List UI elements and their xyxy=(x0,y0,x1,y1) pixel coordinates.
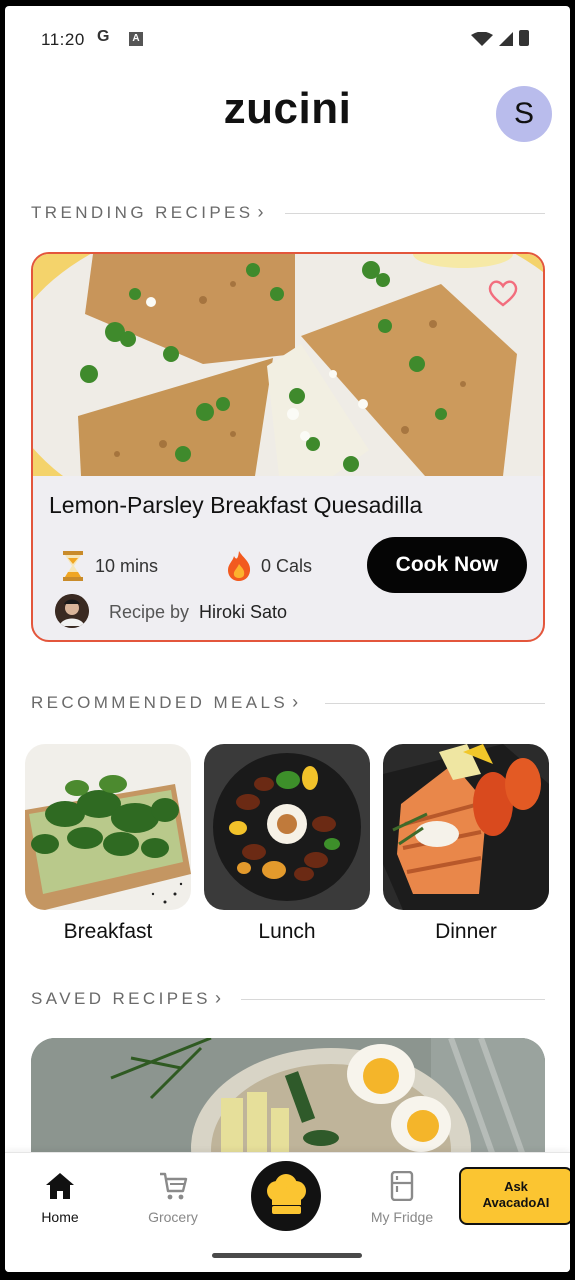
divider xyxy=(285,213,545,214)
saved-recipes-header[interactable]: SAVED RECIPES › xyxy=(31,988,545,1012)
app-screen: 11:20 G A zucini S TRENDING RECIPES › Le… xyxy=(5,6,570,1272)
chef-hat-icon xyxy=(267,1174,306,1214)
home-icon xyxy=(46,1173,74,1199)
chevron-right-icon: › xyxy=(214,988,221,1008)
dinner-image xyxy=(383,744,549,910)
google-icon: G xyxy=(97,28,110,45)
heart-outline-icon[interactable] xyxy=(487,278,519,308)
nav-label: Home xyxy=(41,1209,79,1225)
battery-icon xyxy=(519,30,529,46)
recipe-title: Lemon-Parsley Breakfast Quesadilla xyxy=(49,492,423,518)
wifi-icon xyxy=(471,32,493,46)
meal-tile-dinner[interactable] xyxy=(383,744,549,910)
lunch-image xyxy=(204,744,370,910)
fridge-icon xyxy=(390,1171,414,1201)
notification-a-icon: A xyxy=(129,32,143,46)
divider xyxy=(325,703,545,704)
nav-my-fridge[interactable]: My Fridge xyxy=(357,1171,447,1231)
app-logo: zucini xyxy=(223,84,352,133)
ask-avacado-ai-button[interactable]: Ask AvacadoAI xyxy=(459,1167,570,1225)
divider xyxy=(241,999,545,1000)
trending-recipe-card[interactable]: Lemon-Parsley Breakfast Quesadilla 10 mi… xyxy=(31,252,545,642)
chevron-right-icon: › xyxy=(292,692,299,712)
fire-icon xyxy=(228,551,251,581)
section-title: RECOMMENDED MEALS xyxy=(31,693,289,712)
meal-tile-lunch[interactable] xyxy=(204,744,370,910)
nav-home[interactable]: Home xyxy=(15,1171,105,1231)
ask-label-line1: Ask xyxy=(504,1179,528,1194)
nav-label: Grocery xyxy=(148,1209,198,1225)
recipe-by-label: Recipe by xyxy=(109,602,190,622)
section-title: TRENDING RECIPES xyxy=(31,203,254,222)
author-avatar xyxy=(55,594,89,628)
breakfast-image xyxy=(25,744,191,910)
ask-label-line2: AvacadoAI xyxy=(482,1195,550,1210)
recipe-image xyxy=(33,254,543,476)
home-indicator[interactable] xyxy=(212,1253,362,1258)
meal-label-lunch: Lunch xyxy=(258,920,316,943)
recommended-meals-header[interactable]: RECOMMENDED MEALS › xyxy=(31,692,545,716)
meal-tile-breakfast[interactable] xyxy=(25,744,191,910)
calories-value: 0 Cals xyxy=(261,556,313,576)
meal-label-breakfast: Breakfast xyxy=(63,920,153,943)
status-bar: 11:20 G A xyxy=(5,6,570,49)
prep-time-value: 10 mins xyxy=(95,556,159,576)
trending-recipes-header[interactable]: TRENDING RECIPES › xyxy=(31,202,545,226)
status-time: 11:20 xyxy=(41,30,85,49)
nav-grocery[interactable]: Grocery xyxy=(128,1171,218,1231)
profile-avatar[interactable]: S xyxy=(496,86,552,142)
nav-label: My Fridge xyxy=(370,1209,434,1225)
signal-icon xyxy=(499,32,513,46)
chevron-right-icon: › xyxy=(257,202,264,222)
hourglass-icon xyxy=(63,551,83,581)
author-name[interactable]: Hiroki Sato xyxy=(199,602,287,623)
section-title: SAVED RECIPES xyxy=(31,989,211,1008)
chef-hat-button[interactable] xyxy=(251,1161,321,1231)
cart-icon xyxy=(160,1172,188,1200)
cook-now-button[interactable]: Cook Now xyxy=(367,537,527,593)
meal-label-dinner: Dinner xyxy=(435,920,497,943)
